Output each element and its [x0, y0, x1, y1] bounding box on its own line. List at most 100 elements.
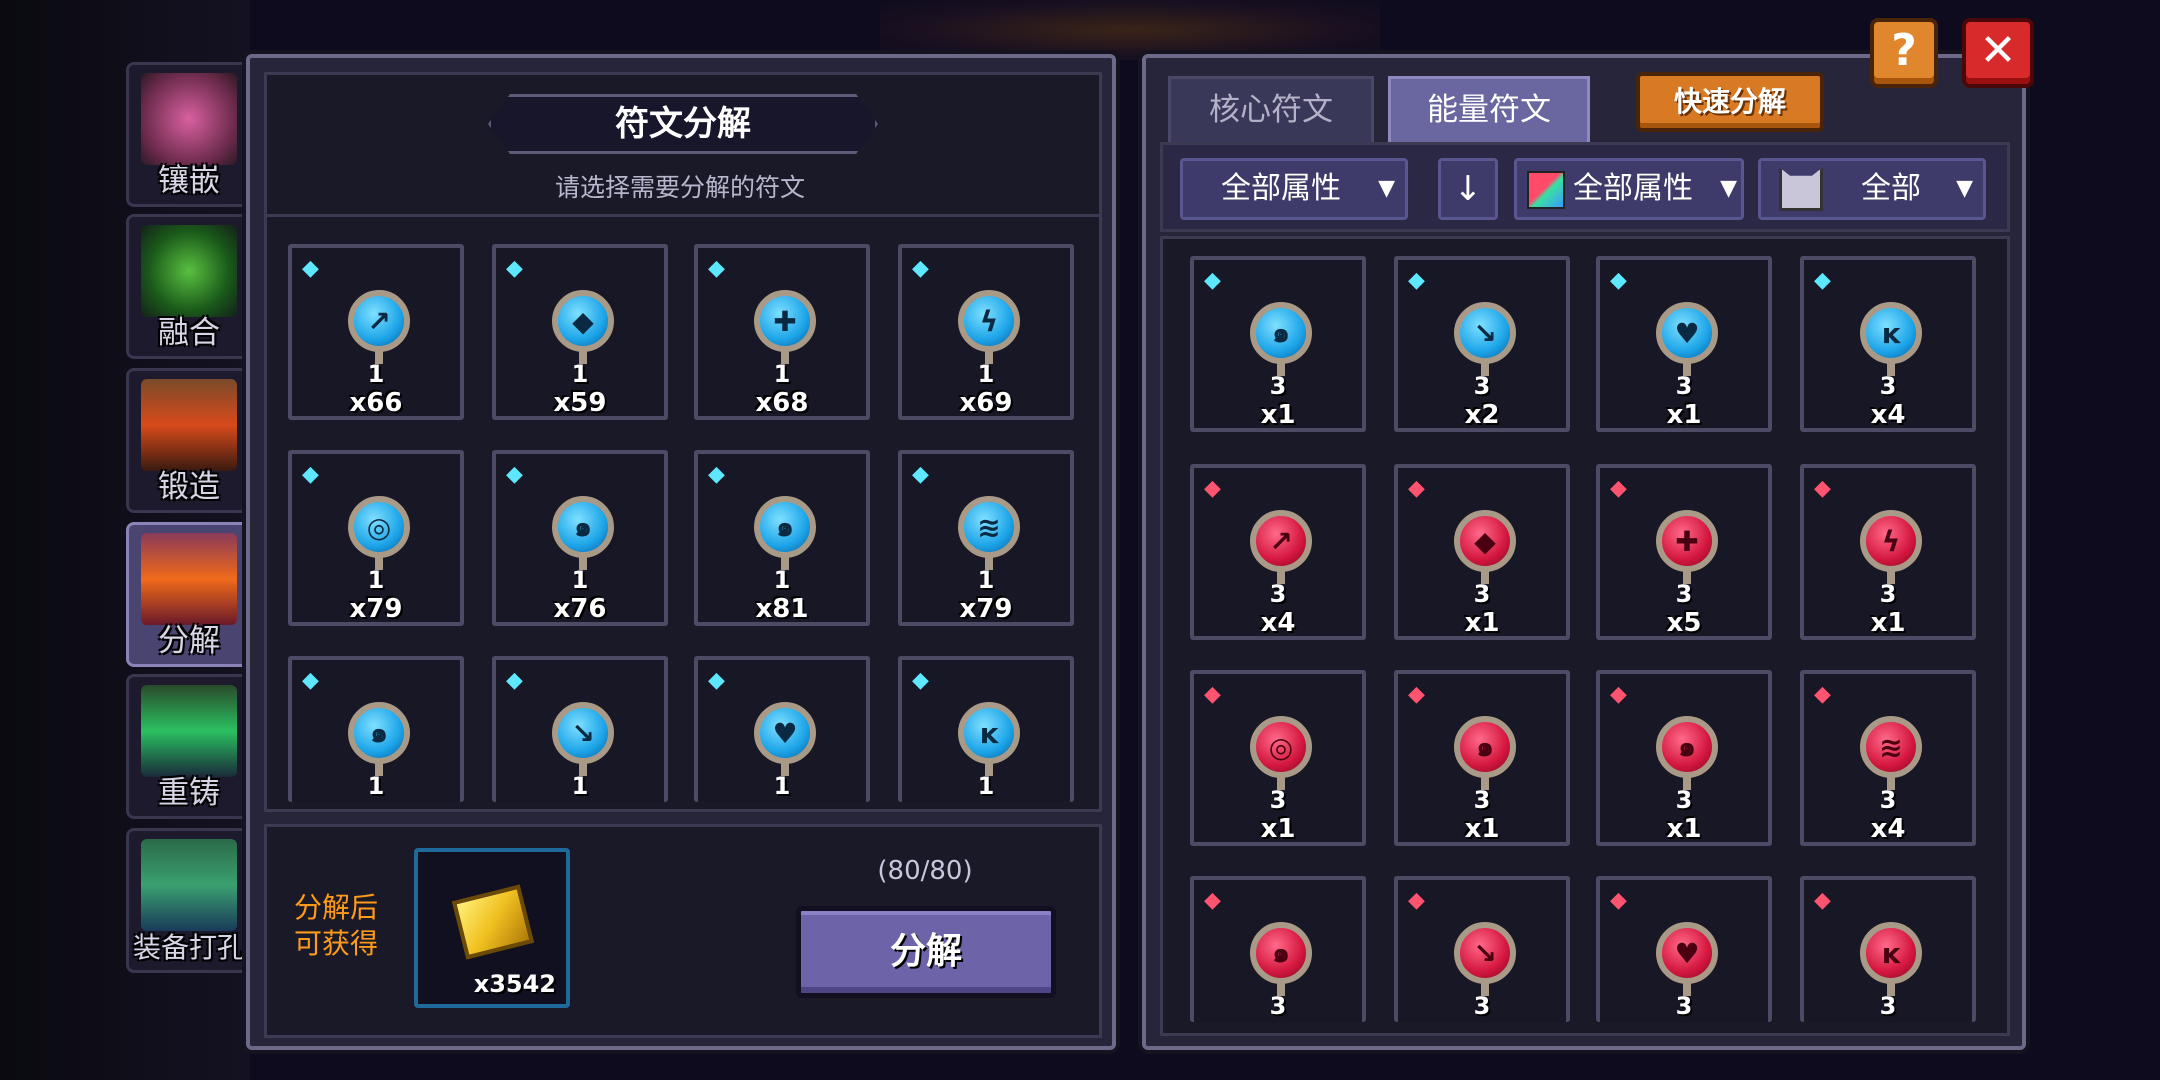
rune-slot[interactable]: ◆ ✚ 3 x5: [1596, 464, 1772, 640]
rune-symbol-icon: ๑: [1476, 730, 1494, 763]
water-element-icon: ◆: [1610, 268, 1627, 293]
rune-slot[interactable]: ◆ ๑ 1 x81: [694, 450, 870, 626]
rune-slot[interactable]: ◆ ๑ 3: [1190, 876, 1366, 1022]
rune-slot[interactable]: ◆ ◆ 3 x1: [1394, 464, 1570, 640]
rune-level: 3: [1269, 992, 1287, 1020]
rune-level: 3: [1473, 580, 1491, 608]
rune-slot[interactable]: ◆ ĸ 3 x4: [1800, 256, 1976, 432]
fire-element-icon: ◆: [1408, 888, 1425, 913]
rune-level: 3: [1269, 372, 1287, 400]
rune-level: 1: [977, 566, 995, 594]
rune-count: x1: [1870, 608, 1906, 638]
rune-symbol-icon: ≋: [977, 510, 1001, 544]
background-decoration: [880, 0, 1380, 60]
attribute-filter-label: 全部属性: [1221, 171, 1341, 206]
decompose-button[interactable]: 分解: [796, 906, 1056, 998]
type-filter-dropdown[interactable]: 全部 ▼: [1758, 158, 1986, 220]
rune-symbol-icon: ๑: [370, 716, 388, 749]
quick-decompose-button[interactable]: 快速分解: [1636, 72, 1824, 132]
rune-orb-icon: ↗: [1250, 510, 1312, 572]
rune-symbol-icon: ≋: [1879, 730, 1903, 764]
rune-level: 3: [1473, 992, 1491, 1020]
side-item-label: 镶嵌: [158, 163, 220, 199]
rune-slot[interactable]: ◆ ϟ 3 x1: [1800, 464, 1976, 640]
rune-slot[interactable]: ◆ ↘ 3 x2: [1394, 256, 1570, 432]
rune-slot[interactable]: ◆ ↗ 1 x66: [288, 244, 464, 420]
fire-element-icon: ◆: [1204, 888, 1221, 913]
rune-level: 3: [1879, 372, 1897, 400]
rune-orb-icon: ✚: [1656, 510, 1718, 572]
panel-subtitle: 请选择需要分解的符文: [554, 173, 805, 202]
rune-slot[interactable]: ◆ ↘ 3: [1394, 876, 1570, 1022]
rune-slot[interactable]: ◆ ≋ 3 x4: [1800, 670, 1976, 846]
rune-slot[interactable]: ◆ ĸ 1: [898, 656, 1074, 802]
rune-level: 1: [773, 772, 791, 800]
rune-slot[interactable]: ◆ ๑ 1: [288, 656, 464, 802]
rune-slot[interactable]: ◆ ♥ 3 x1: [1596, 256, 1772, 432]
rune-symbol-icon: ๑: [574, 510, 592, 543]
fire-element-icon: ◆: [1204, 682, 1221, 707]
rune-slot[interactable]: ◆ ϟ 1 x69: [898, 244, 1074, 420]
rune-slot[interactable]: ◆ ♥ 1: [694, 656, 870, 802]
rune-count: x66: [349, 388, 403, 418]
rune-slot[interactable]: ◆ ๑ 3 x1: [1190, 256, 1366, 432]
side-item-inlay[interactable]: 镶嵌: [126, 62, 252, 207]
equipment-punch-icon: [141, 839, 237, 931]
reward-count: x3542: [473, 970, 556, 998]
sort-toggle[interactable]: ↓: [1438, 158, 1498, 220]
rune-orb-icon: ๑: [1250, 302, 1312, 364]
rune-count: x1: [1260, 400, 1296, 430]
tab-core-runes[interactable]: 核心符文: [1168, 76, 1374, 142]
rune-count: x4: [1260, 608, 1296, 638]
rune-count: x59: [553, 388, 607, 418]
rune-slot[interactable]: ◆ ↗ 3 x4: [1190, 464, 1366, 640]
rune-level: 3: [1675, 786, 1693, 814]
rune-level: 3: [1675, 580, 1693, 608]
rune-level: 3: [1675, 372, 1693, 400]
reward-label-line-1: 分解后: [293, 891, 378, 924]
side-item-fusion[interactable]: 融合: [126, 214, 252, 359]
water-element-icon: ◆: [708, 462, 725, 487]
side-item-recast[interactable]: 重铸: [126, 674, 252, 819]
rune-slot[interactable]: ◆ ♥ 3: [1596, 876, 1772, 1022]
rune-count: x68: [755, 388, 809, 418]
side-item-forge[interactable]: 锻造: [126, 368, 252, 513]
rune-slot[interactable]: ◆ ๑ 3 x1: [1596, 670, 1772, 846]
rune-slot[interactable]: ◆ ◆ 1 x59: [492, 244, 668, 420]
side-item-decompose[interactable]: 分解: [126, 522, 252, 667]
attribute-filter-dropdown[interactable]: 全部属性 ▼: [1180, 158, 1408, 220]
element-filter-dropdown[interactable]: 全部属性 ▼: [1514, 158, 1744, 220]
side-item-equipment-punch[interactable]: 装备打孔: [126, 828, 252, 973]
rune-level: 3: [1473, 372, 1491, 400]
rune-slot[interactable]: ◆ ๑ 1 x76: [492, 450, 668, 626]
rune-slot[interactable]: ◆ ◎ 3 x1: [1190, 670, 1366, 846]
rune-count: x1: [1464, 608, 1500, 638]
rune-symbol-icon: ϟ: [1881, 524, 1901, 558]
rune-level: 1: [367, 360, 385, 388]
water-element-icon: ◆: [1408, 268, 1425, 293]
rune-count: x1: [1666, 814, 1702, 844]
rune-symbol-icon: ↗: [367, 304, 391, 338]
rune-slot[interactable]: ◆ ✚ 1 x68: [694, 244, 870, 420]
rune-orb-icon: ♥: [754, 702, 816, 764]
tab-energy-runes[interactable]: 能量符文: [1388, 76, 1590, 142]
rune-orb-icon: ๑: [348, 702, 410, 764]
rune-level: 1: [773, 566, 791, 594]
rune-slot[interactable]: ◆ ๑ 3 x1: [1394, 670, 1570, 846]
rune-slot[interactable]: ◆ ↘ 1: [492, 656, 668, 802]
rune-symbol-icon: ๑: [776, 510, 794, 543]
rune-slot[interactable]: ◆ ≋ 1 x79: [898, 450, 1074, 626]
rune-orb-icon: ĸ: [958, 702, 1020, 764]
rune-level: 1: [367, 566, 385, 594]
water-element-icon: ◆: [302, 668, 319, 693]
help-button[interactable]: ?: [1870, 18, 1938, 88]
reward-label: 分解后 可获得: [286, 890, 386, 962]
rune-slot[interactable]: ◆ ĸ 3: [1800, 876, 1976, 1022]
rune-symbol-icon: ĸ: [1881, 316, 1901, 350]
close-button[interactable]: ✕: [1962, 18, 2034, 88]
element-filter-label: 全部属性: [1573, 171, 1693, 206]
rune-slot[interactable]: ◆ ◎ 1 x79: [288, 450, 464, 626]
rune-orb-icon: ↘: [1454, 922, 1516, 984]
fire-element-icon: ◆: [1814, 476, 1831, 501]
rune-orb-icon: ๑: [1454, 716, 1516, 778]
